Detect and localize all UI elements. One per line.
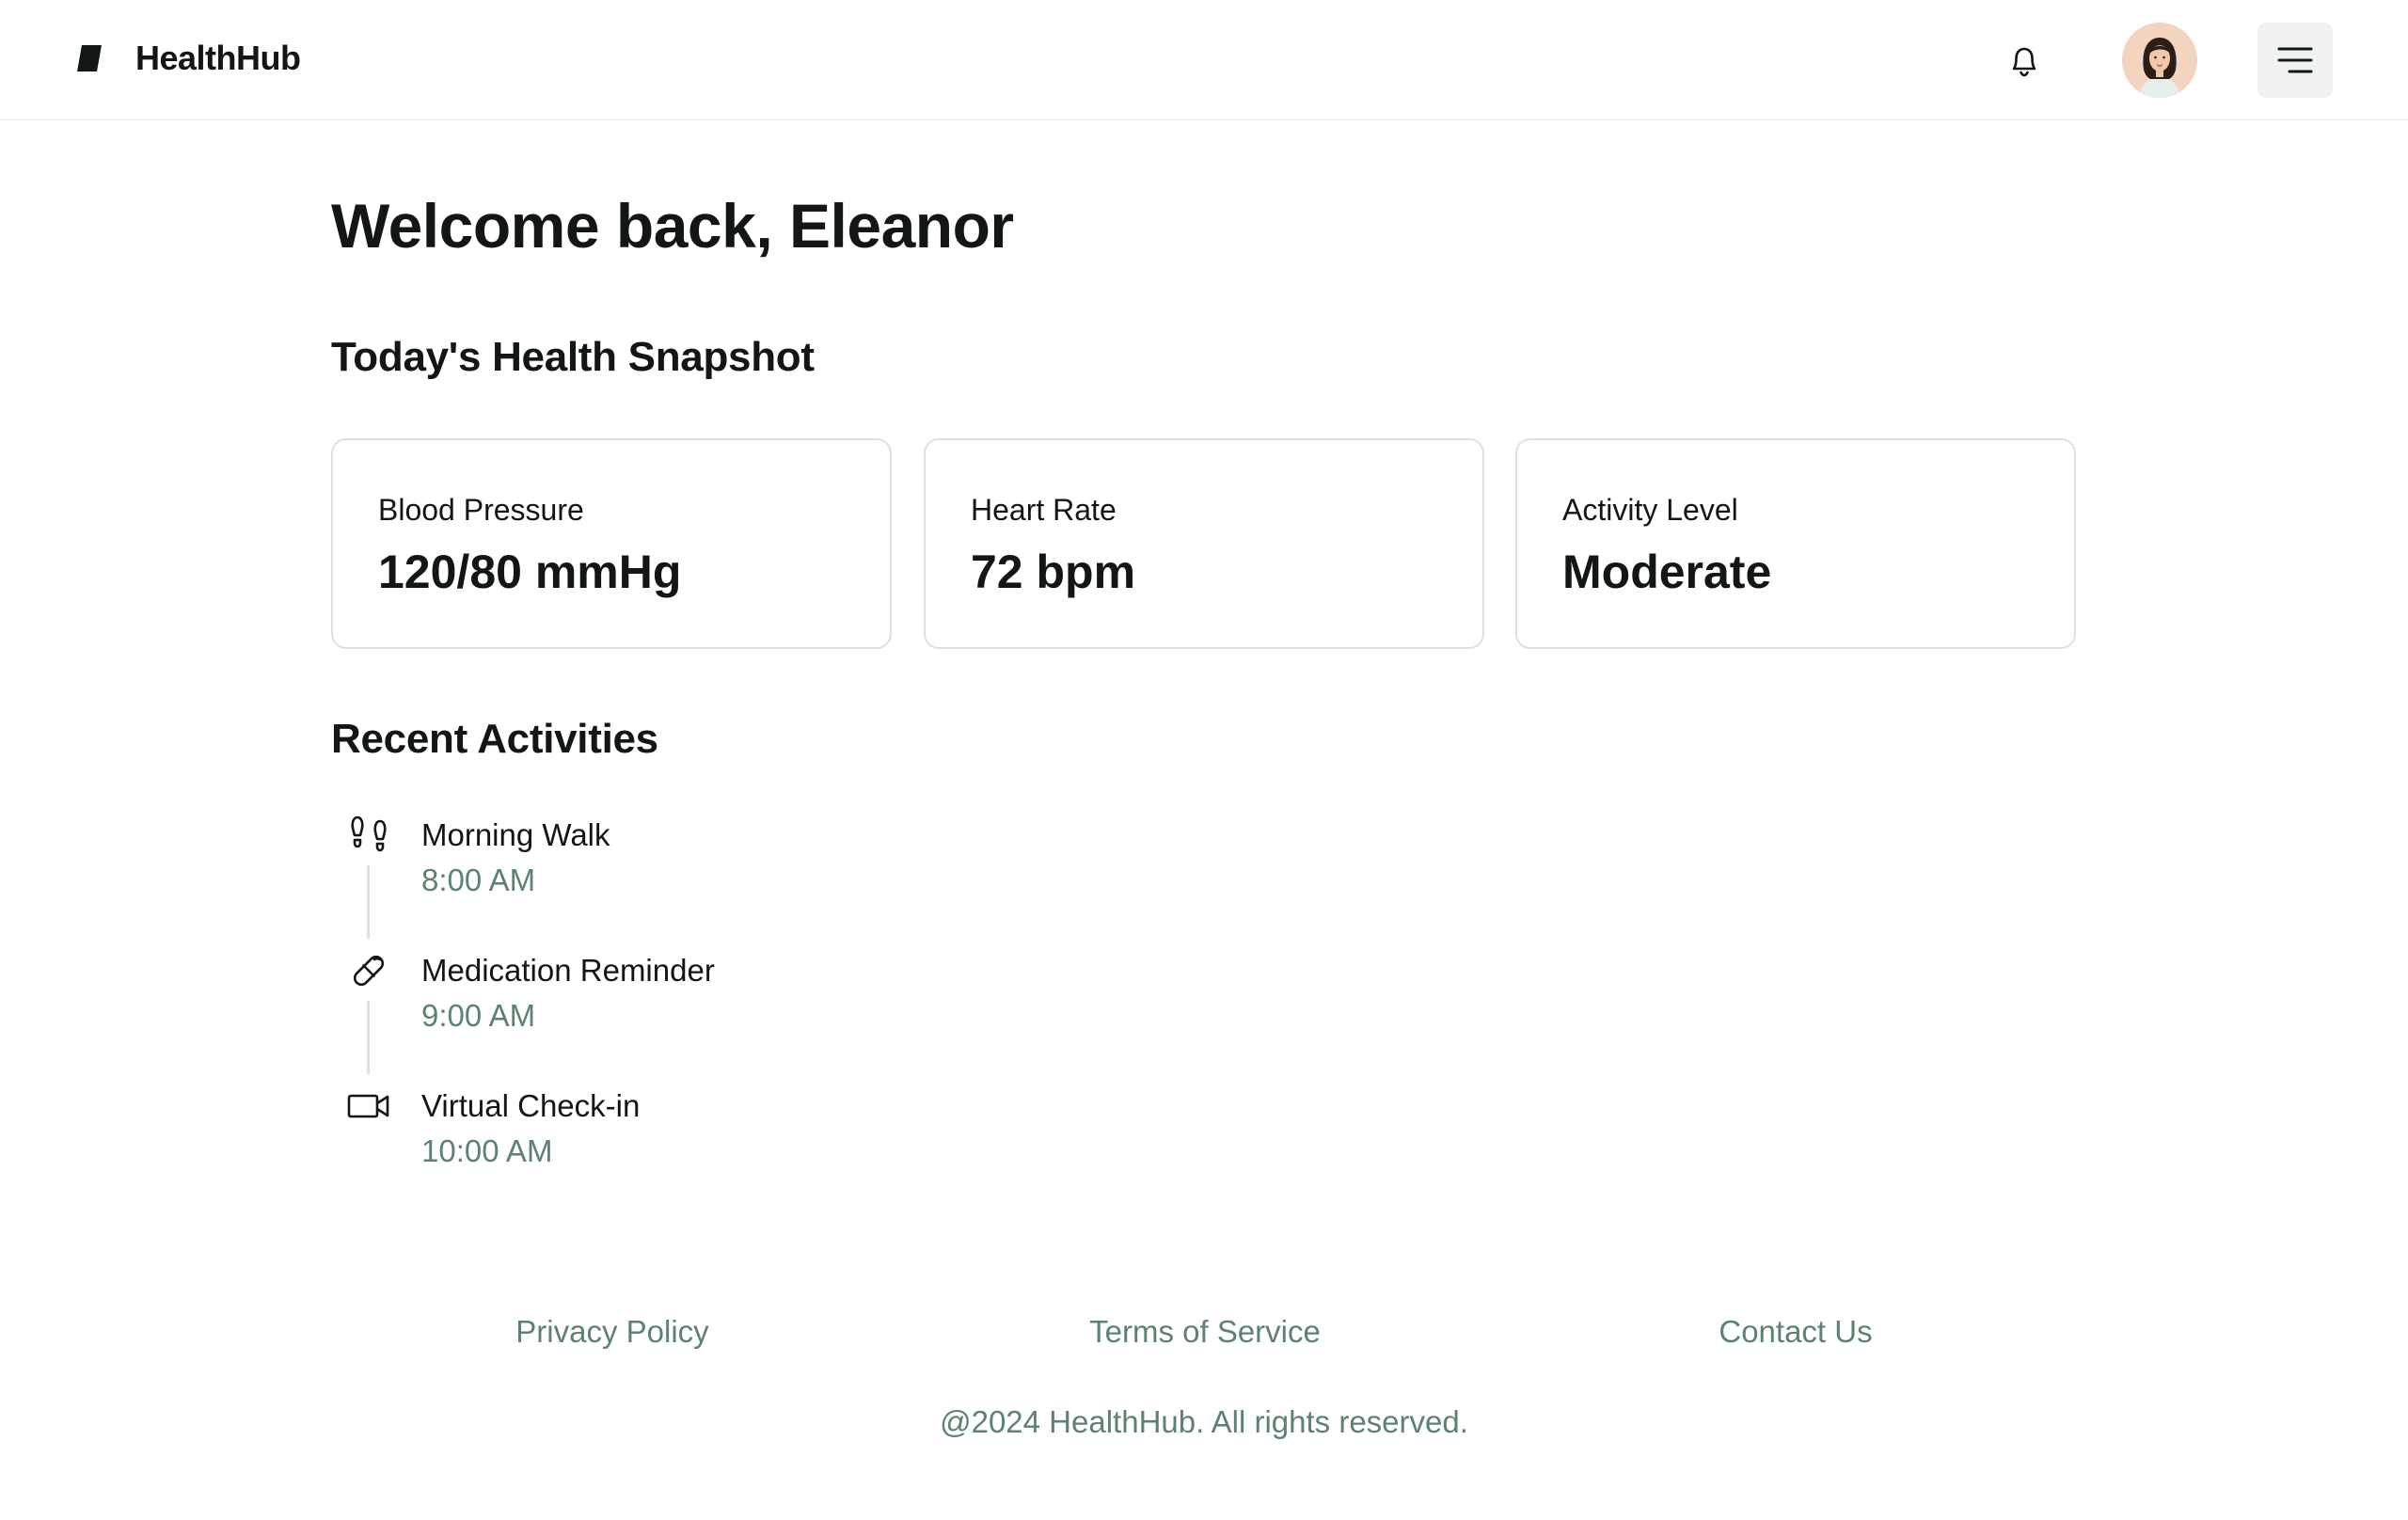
menu-button[interactable] — [2258, 23, 2333, 98]
card-label: Activity Level — [1562, 493, 1738, 527]
activity-time: 9:00 AM — [421, 998, 536, 1033]
activity-time: 10:00 AM — [421, 1133, 553, 1168]
timeline-connector — [367, 865, 370, 939]
activity-name: Virtual Check-in — [421, 1088, 641, 1123]
welcome-heading: Welcome back, Eleanor — [331, 191, 1014, 261]
bell-icon[interactable] — [2004, 40, 2045, 81]
top-navigation-bar: HealthHub — [0, 0, 2408, 120]
card-label: Heart Rate — [971, 493, 1117, 527]
activity-time: 8:00 AM — [421, 863, 536, 897]
contact-us-link[interactable]: Contact Us — [1627, 1311, 1964, 1353]
card-value: 120/80 mmHg — [378, 546, 682, 598]
brand-name[interactable]: HealthHub — [135, 36, 301, 81]
terms-of-service-link[interactable]: Terms of Service — [1037, 1311, 1373, 1353]
menu-icon — [2277, 47, 2313, 73]
blood-pressure-card: Blood Pressure 120/80 mmHg — [331, 438, 892, 649]
card-label: Blood Pressure — [378, 493, 584, 527]
timeline-connector — [367, 1001, 370, 1074]
card-value: Moderate — [1562, 546, 1772, 598]
video-camera-icon — [346, 1084, 391, 1129]
logo-icon — [75, 43, 103, 73]
snapshot-title: Today's Health Snapshot — [331, 334, 815, 380]
user-avatar[interactable] — [2122, 23, 2197, 98]
copyright-text: @2024 HealthHub. All rights reserved. — [940, 1404, 1468, 1439]
activity-name: Medication Reminder — [421, 953, 715, 988]
privacy-policy-link[interactable]: Privacy Policy — [444, 1311, 781, 1353]
heart-rate-card: Heart Rate 72 bpm — [924, 438, 1484, 649]
pill-icon — [346, 948, 391, 993]
card-value: 72 bpm — [971, 546, 1136, 598]
activity-name: Morning Walk — [421, 817, 610, 852]
recent-activities-title: Recent Activities — [331, 716, 658, 762]
footprints-icon — [346, 813, 391, 858]
activity-level-card: Activity Level Moderate — [1515, 438, 2076, 649]
